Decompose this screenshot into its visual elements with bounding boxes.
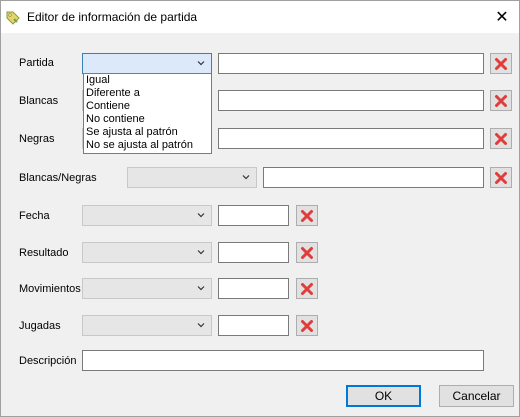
jugadas-input[interactable]: [218, 315, 289, 336]
clear-icon: [495, 57, 507, 70]
blancas-negras-input[interactable]: [263, 167, 484, 188]
clear-icon: [301, 209, 313, 222]
clear-icon: [301, 246, 313, 259]
clear-negras-button[interactable]: [490, 128, 512, 149]
blancas-negras-condition-select[interactable]: [127, 167, 257, 188]
clear-icon: [495, 171, 507, 184]
ok-button-label: OK: [374, 389, 393, 403]
ok-button[interactable]: OK: [346, 385, 421, 407]
window-title: Editor de información de partida: [27, 10, 198, 24]
clear-icon: [495, 94, 507, 107]
label-fecha: Fecha: [19, 210, 50, 222]
dropdown-option-contiene[interactable]: Contiene: [84, 100, 211, 113]
clear-icon: [495, 132, 507, 145]
movimientos-input[interactable]: [218, 278, 289, 299]
close-icon: ✕: [495, 9, 509, 26]
dropdown-option-diferente[interactable]: Diferente a: [84, 87, 211, 100]
cancel-button[interactable]: Cancelar: [439, 385, 514, 407]
dropdown-option-no-se-ajusta[interactable]: No se ajusta al patrón: [84, 139, 211, 152]
label-jugadas: Jugadas: [19, 320, 61, 332]
label-negras: Negras: [19, 133, 55, 145]
label-blancas: Blancas: [19, 95, 59, 107]
close-button[interactable]: ✕: [485, 1, 519, 33]
dropdown-option-no-contiene[interactable]: No contiene: [84, 113, 211, 126]
resultado-condition-select[interactable]: [82, 242, 212, 263]
chevron-down-icon: [197, 250, 205, 255]
fecha-input[interactable]: [218, 205, 289, 226]
clear-icon: [301, 319, 313, 332]
label-descripcion: Descripción: [19, 355, 77, 367]
clear-resultado-button[interactable]: [296, 242, 318, 263]
jugadas-condition-select[interactable]: [82, 315, 212, 336]
clear-jugadas-button[interactable]: [296, 315, 318, 336]
blancas-input[interactable]: [218, 90, 484, 111]
label-blancas-negras: Blancas/Negras: [19, 172, 97, 184]
label-movimientos: Movimientos: [19, 283, 81, 295]
chevron-down-icon: [242, 175, 250, 180]
partida-input[interactable]: [218, 53, 484, 74]
clear-blancas-negras-button[interactable]: [490, 167, 512, 188]
clear-blancas-button[interactable]: [490, 90, 512, 111]
fecha-condition-select[interactable]: [82, 205, 212, 226]
dropdown-option-se-ajusta[interactable]: Se ajusta al patrón: [84, 126, 211, 139]
dropdown-option-igual[interactable]: Igual: [84, 74, 211, 87]
game-info-editor-window: Editor de información de partida ✕ Parti…: [0, 0, 520, 417]
chevron-down-icon: [197, 61, 205, 66]
chevron-down-icon: [197, 213, 205, 218]
partida-condition-dropdown: Igual Diferente a Contiene No contiene S…: [83, 73, 212, 154]
descripcion-input[interactable]: [82, 350, 484, 371]
tag-icon: [6, 11, 20, 25]
movimientos-condition-select[interactable]: [82, 278, 212, 299]
partida-condition-select[interactable]: [82, 53, 212, 74]
chevron-down-icon: [197, 286, 205, 291]
clear-icon: [301, 282, 313, 295]
cancel-button-label: Cancelar: [452, 389, 501, 403]
title-bar: Editor de información de partida ✕: [1, 1, 519, 33]
clear-movimientos-button[interactable]: [296, 278, 318, 299]
clear-fecha-button[interactable]: [296, 205, 318, 226]
chevron-down-icon: [197, 323, 205, 328]
label-partida: Partida: [19, 57, 54, 69]
resultado-input[interactable]: [218, 242, 289, 263]
clear-partida-button[interactable]: [490, 53, 512, 74]
negras-input[interactable]: [218, 128, 484, 149]
label-resultado: Resultado: [19, 247, 69, 259]
